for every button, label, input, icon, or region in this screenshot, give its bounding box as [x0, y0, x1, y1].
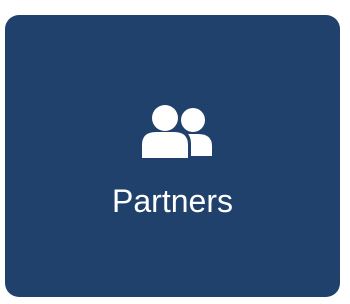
- tile-label: Partners: [112, 183, 233, 219]
- users-icon: [136, 98, 220, 164]
- partners-tile[interactable]: Partners: [5, 15, 340, 297]
